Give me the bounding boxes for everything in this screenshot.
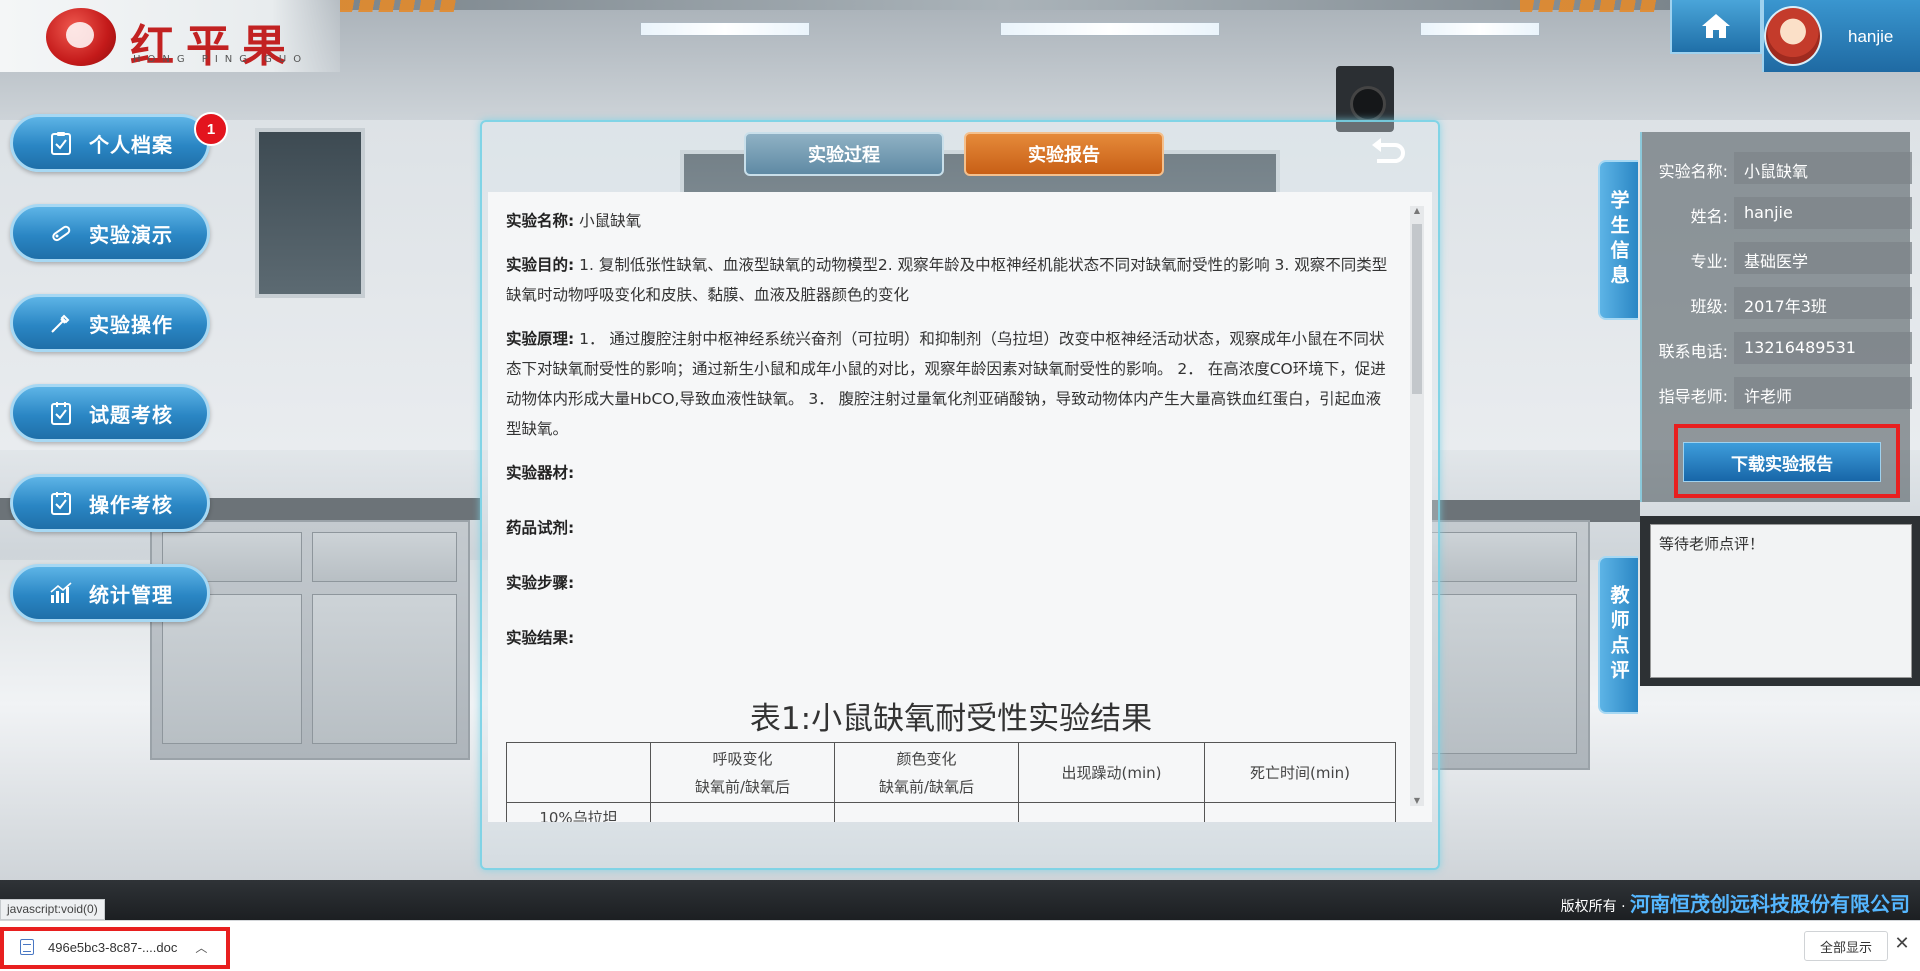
header-decoration [340, 0, 460, 12]
table-header-cell: 死亡时间(min) [1204, 742, 1396, 803]
nav-item-statistics[interactable]: 统计管理 [10, 564, 210, 622]
info-value: 13216489531 [1734, 332, 1912, 364]
info-row-teacher: 指导老师: 许老师 [1642, 377, 1912, 409]
tab-experiment-report[interactable]: 实验报告 [964, 132, 1164, 176]
header-decoration [1520, 0, 1660, 12]
nav-label: 试题考核 [89, 402, 173, 427]
company-name: 河南恒茂创远科技股份有限公司 [1630, 892, 1910, 916]
nav-item-quiz[interactable]: 试题考核 [10, 384, 210, 442]
table-header-row: 呼吸变化 缺氧前/缺氧后 颜色变化 缺氧前/缺氧后 出现躁动(min) 死亡时间(m… [506, 742, 1396, 803]
report-scrollbar[interactable]: ▲ ▼ [1410, 206, 1424, 806]
report-principle: 实验原理: 1． 通过腹腔注射中枢神经系统兴奋剂（可拉明）和抑制剂（乌拉坦）改变… [506, 330, 1386, 438]
teacher-comment-textarea[interactable]: 等待老师点评！ [1650, 524, 1912, 678]
apple-logo-icon [46, 8, 116, 66]
nav-item-profile[interactable]: 个人档案 [10, 114, 210, 172]
nav-label: 个人档案 [89, 132, 173, 157]
info-label: 实验名称: [1658, 162, 1728, 181]
ceiling-light [1420, 22, 1540, 36]
info-row-name: 姓名: hanjie [1642, 197, 1912, 229]
close-icon[interactable]: ✕ [1892, 933, 1912, 957]
table-cell [650, 802, 835, 822]
info-label: 姓名: [1690, 207, 1728, 226]
nav-label: 实验操作 [89, 312, 173, 337]
info-value: 许老师 [1734, 377, 1912, 409]
tab-experiment-process[interactable]: 实验过程 [744, 132, 944, 176]
avatar [1764, 6, 1822, 66]
info-label: 专业: [1690, 252, 1728, 271]
info-value: 2017年3班 [1734, 287, 1912, 319]
nav-label: 统计管理 [89, 582, 173, 607]
header-strip [340, 0, 1670, 10]
wall-window [255, 128, 365, 298]
ceiling-light [640, 22, 810, 36]
copyright: 版权所有 · 河南恒茂创远科技股份有限公司 [1561, 888, 1910, 917]
logo-english-text: HONG PING GUO [133, 54, 309, 65]
info-value: 小鼠缺氧 [1734, 152, 1912, 184]
info-row-phone: 联系电话: 13216489531 [1642, 332, 1912, 364]
report-reagents: 药品试剂: [506, 519, 575, 537]
checklist-icon [49, 401, 73, 425]
checklist-icon [49, 491, 73, 515]
table-title: 表1:小鼠缺氧耐受性实验结果 [749, 701, 1153, 737]
tab-student-info[interactable]: 学生信息 [1598, 160, 1638, 320]
nav-label: 操作考核 [89, 492, 173, 517]
report-purpose: 实验目的: 1. 复制低张性缺氧、血液型缺氧的动物模型2. 观察年龄及中枢神经机… [506, 256, 1388, 304]
info-value: hanjie [1734, 197, 1912, 229]
back-button[interactable] [1368, 134, 1408, 174]
bar-chart-icon [49, 581, 73, 605]
lab-cabinet [150, 520, 470, 760]
highlight-box [1674, 424, 1900, 498]
report-results: 实验结果: [506, 629, 575, 647]
table-cell [1018, 802, 1205, 822]
copyright-prefix: 版权所有 · [1560, 899, 1626, 915]
info-row-experiment: 实验名称: 小鼠缺氧 [1642, 152, 1912, 184]
report-name: 实验名称: 小鼠缺氧 [506, 212, 642, 230]
table-header-cell: 呼吸变化 缺氧前/缺氧后 [650, 742, 835, 803]
nav-item-demo[interactable]: 实验演示 [10, 204, 210, 262]
scroll-thumb[interactable] [1412, 224, 1422, 394]
notification-badge: 1 [194, 112, 228, 146]
info-label: 联系电话: [1658, 342, 1728, 361]
report-steps: 实验步骤: [506, 574, 575, 592]
results-table: 呼吸变化 缺氧前/缺氧后 颜色变化 缺氧前/缺氧后 出现躁动(min) 死亡时间(m… [506, 742, 1396, 822]
profile-clipboard-icon [49, 131, 73, 155]
highlight-box [0, 927, 230, 969]
status-bar-url: javascript:void(0) [0, 899, 105, 920]
table-header-cell: 颜色变化 缺氧前/缺氧后 [834, 742, 1019, 803]
info-row-major: 专业: 基础医学 [1642, 242, 1912, 274]
table-header-cell [506, 742, 651, 803]
show-all-button[interactable]: 全部显示 [1804, 931, 1888, 961]
download-bar: 496e5bc3-8c87-....doc ︿ 全部显示 ✕ [0, 920, 1920, 971]
nav-item-operation-exam[interactable]: 操作考核 [10, 474, 210, 532]
report-equipment: 实验器材: [506, 464, 575, 482]
undo-arrow-icon [1372, 138, 1405, 163]
table-header-cell: 出现躁动(min) [1018, 742, 1205, 803]
pipette-icon [49, 311, 73, 335]
username: hanjie [1848, 27, 1894, 46]
ceiling-light [1000, 22, 1220, 36]
info-value: 基础医学 [1734, 242, 1912, 274]
info-label: 班级: [1690, 297, 1728, 316]
home-icon [1702, 14, 1730, 38]
teacher-comment-panel: 等待老师点评！ [1640, 516, 1920, 686]
table-cell [1204, 802, 1396, 822]
table-row: 10%乌拉坦 [506, 802, 1396, 822]
nav-item-operation[interactable]: 实验操作 [10, 294, 210, 352]
scroll-up-icon[interactable]: ▲ [1412, 206, 1422, 216]
info-label: 指导老师: [1658, 387, 1728, 406]
table-cell: 10%乌拉坦 [506, 802, 651, 822]
report-document: 实验名称: 小鼠缺氧 实验目的: 1. 复制低张性缺氧、血液型缺氧的动物模型2.… [488, 192, 1432, 822]
nav-label: 实验演示 [89, 222, 173, 247]
report-panel: 实验过程 实验报告 实验名称: 小鼠缺氧 实验目的: 1. 复制低张性缺氧、血液… [480, 120, 1440, 870]
logo: 红平果 HONG PING GUO [0, 0, 340, 72]
info-row-class: 班级: 2017年3班 [1642, 287, 1912, 319]
scroll-down-icon[interactable]: ▼ [1412, 796, 1422, 806]
footer: 版权所有 · 河南恒茂创远科技股份有限公司 [0, 880, 1920, 920]
user-profile[interactable]: hanjie [1762, 0, 1920, 72]
home-button[interactable] [1670, 0, 1762, 54]
test-tube-icon [49, 221, 73, 245]
tab-teacher-comment[interactable]: 教师点评 [1598, 556, 1638, 714]
table-cell [834, 802, 1019, 822]
